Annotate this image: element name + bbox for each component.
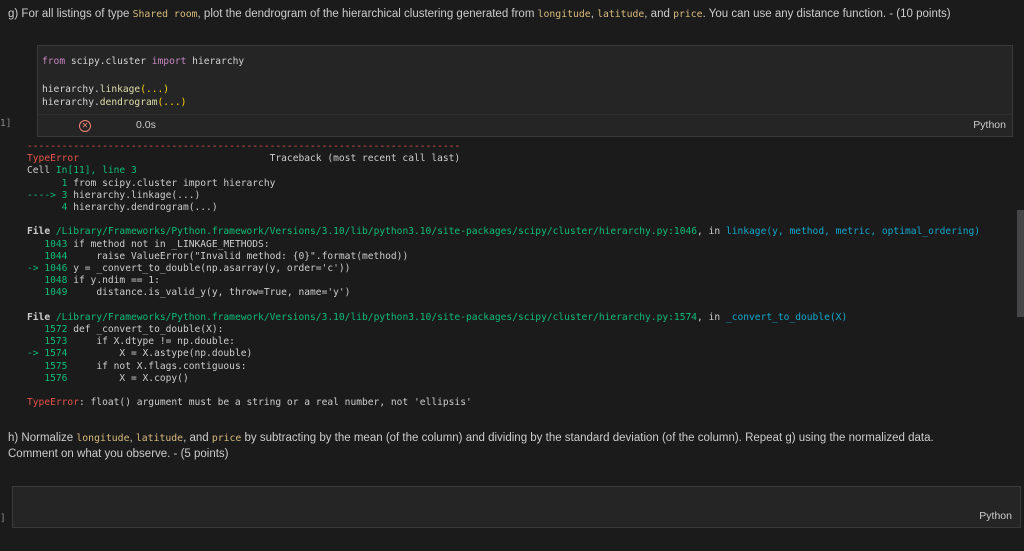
code-cell: from scipy.cluster import hierarchy hier… [37,45,1013,137]
cell-status-bar: 0.0s Python [38,114,1012,136]
markdown-question-h-line2: Comment on what you observe. - (5 points… [8,447,229,460]
markdown-question-h: h) Normalize longitude, latitude, and pr… [8,431,934,461]
execution-count-gutter: 1] [0,118,12,129]
code-editor[interactable]: from scipy.cluster import hierarchy hier… [42,46,1012,110]
error-circle-x-icon [79,120,91,132]
empty-code-cell-editor[interactable]: Python [12,486,1021,528]
notebook-page: g) For all listings of type Shared room,… [0,0,1024,551]
vertical-scrollbar-thumb[interactable] [1017,210,1024,317]
markdown-question-h-line1: h) Normalize longitude, latitude, and pr… [8,432,934,444]
cell-language-label[interactable]: Python [973,119,1006,131]
markdown-question-g: g) For all listings of type Shared room,… [8,8,951,20]
execution-duration: 0.0s [136,119,156,131]
error-traceback-output: ----------------------------------------… [27,141,981,409]
execution-count-gutter-2: ] [0,513,6,524]
cell-language-label-2[interactable]: Python [979,510,1012,522]
